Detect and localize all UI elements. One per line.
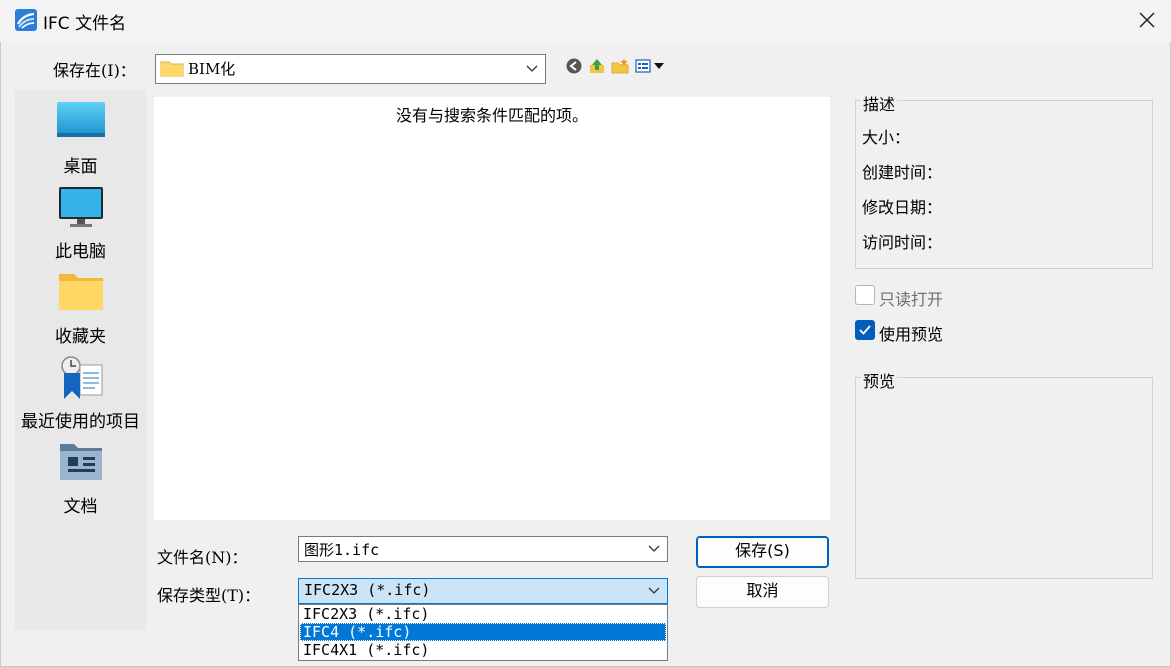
read-only-checkbox[interactable] <box>855 285 875 305</box>
preview-group <box>855 377 1153 579</box>
chevron-down-icon <box>526 65 538 72</box>
description-title: 描述 <box>861 91 898 115</box>
save-button[interactable]: 保存(S) <box>696 536 829 568</box>
filetype-value: IFC2X3 (*.ifc) <box>304 581 431 599</box>
place-label: 桌面 <box>63 157 98 177</box>
folder-icon <box>58 274 103 310</box>
desktop-icon <box>56 102 105 137</box>
place-label: 文档 <box>63 497 98 517</box>
filetype-dropdown-list: IFC2X3 (*.ifc) IFC4 (*.ifc) IFC4X1 (*.if… <box>298 604 668 661</box>
created-time-label: 创建时间： <box>862 163 943 182</box>
filename-label: 文件名(N)： <box>157 548 248 567</box>
documents-icon <box>59 444 102 480</box>
close-icon <box>1139 12 1155 28</box>
computer-icon <box>58 187 103 227</box>
title-bar <box>0 0 1171 42</box>
use-preview-label: 使用预览 <box>879 325 944 344</box>
chevron-down-icon <box>648 587 660 594</box>
app-logo-icon <box>15 9 37 31</box>
place-favorites[interactable]: 收藏夹 <box>15 270 146 347</box>
filetype-select[interactable]: IFC2X3 (*.ifc) <box>298 578 668 604</box>
save-in-label: 保存在(I)： <box>53 61 136 80</box>
preview-title: 预览 <box>861 368 898 392</box>
empty-message: 没有与搜索条件匹配的项。 <box>395 106 588 125</box>
place-recent[interactable]: 最近使用的项目 <box>15 355 146 432</box>
save-in-value: BIM化 <box>188 60 236 78</box>
places-bar: 桌面 此电脑 收藏夹 最近使用的项目 文档 <box>15 90 146 630</box>
filetype-option[interactable]: IFC4X1 (*.ifc) <box>300 641 666 659</box>
use-preview-checkbox[interactable] <box>855 320 875 340</box>
filetype-label: 保存类型(T)： <box>157 586 261 605</box>
up-folder-icon[interactable] <box>588 57 606 75</box>
size-label: 大小： <box>862 128 911 147</box>
place-label: 最近使用的项目 <box>21 412 140 432</box>
file-list[interactable]: 没有与搜索条件匹配的项。 <box>154 97 830 520</box>
folder-icon <box>160 61 184 77</box>
read-only-label: 只读打开 <box>879 290 944 309</box>
checkmark-icon <box>859 325 871 335</box>
place-label: 此电脑 <box>55 242 106 262</box>
new-folder-icon[interactable] <box>611 57 629 75</box>
filetype-option-selected[interactable]: IFC4 (*.ifc) <box>300 623 666 641</box>
place-this-pc[interactable]: 此电脑 <box>15 185 146 262</box>
accessed-time-label: 访问时间： <box>862 233 943 252</box>
place-documents[interactable]: 文档 <box>15 440 146 517</box>
view-menu-icon[interactable] <box>635 57 667 75</box>
place-desktop[interactable]: 桌面 <box>15 100 146 177</box>
place-label: 收藏夹 <box>55 327 106 347</box>
filename-input[interactable]: 图形1.ifc <box>298 536 668 562</box>
filename-value: 图形1.ifc <box>304 541 380 559</box>
chevron-down-icon[interactable] <box>647 544 661 554</box>
recent-icon <box>60 356 102 399</box>
back-icon[interactable] <box>565 57 583 75</box>
filetype-option[interactable]: IFC2X3 (*.ifc) <box>300 605 666 623</box>
modified-date-label: 修改日期： <box>862 198 943 217</box>
window-title: IFC 文件名 <box>43 14 127 34</box>
close-button[interactable] <box>1128 4 1166 36</box>
cancel-button[interactable]: 取消 <box>696 576 829 608</box>
